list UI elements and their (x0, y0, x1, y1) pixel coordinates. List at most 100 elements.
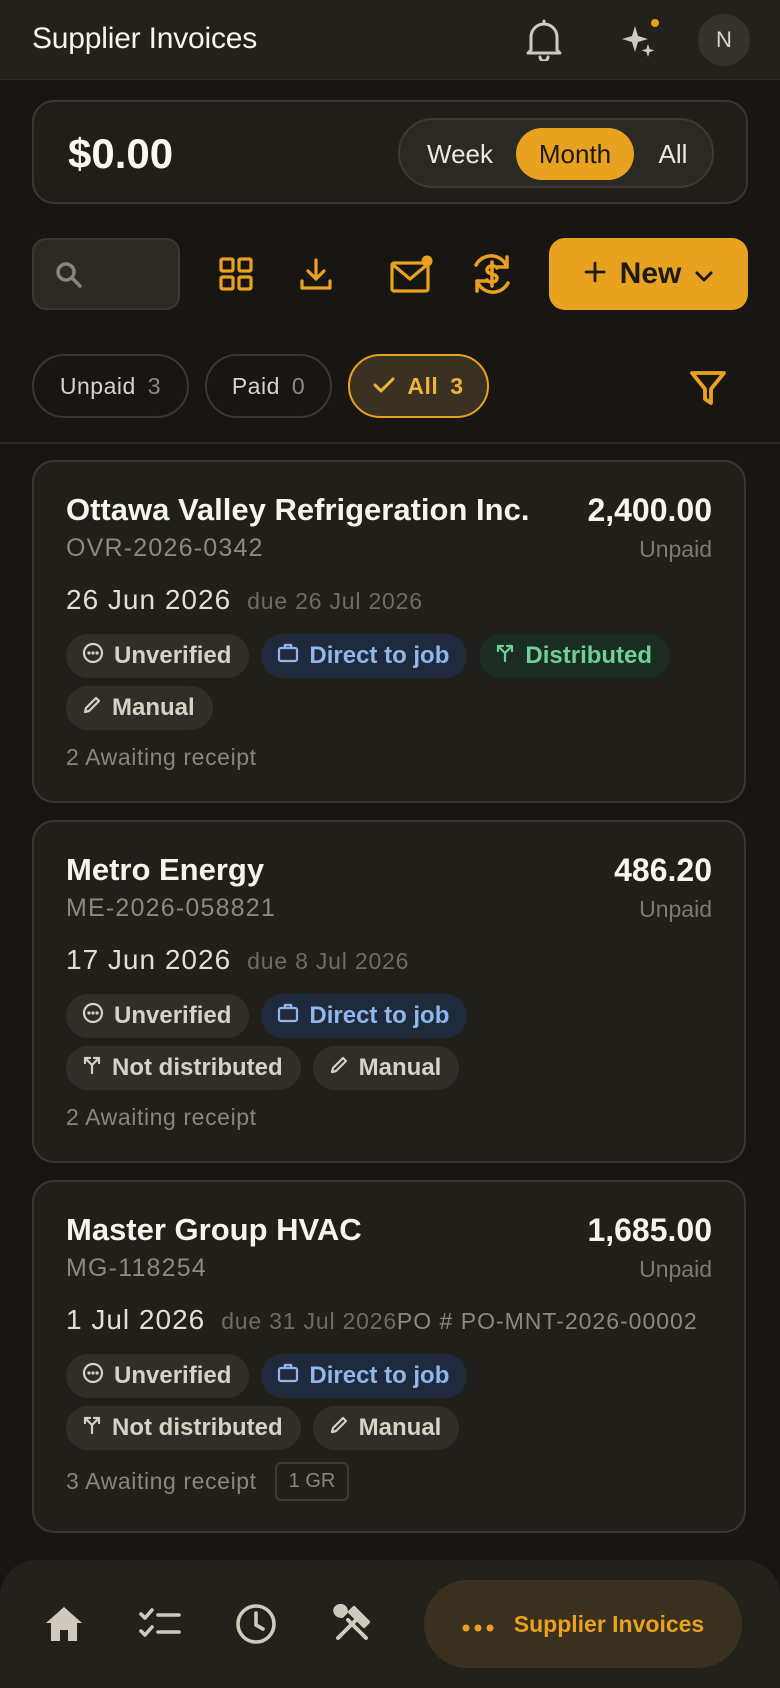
awaiting-receipt: 2 Awaiting receipt (66, 1104, 257, 1130)
new-invoice-button[interactable]: New (549, 238, 748, 310)
tools-icon[interactable] (328, 1600, 376, 1648)
invoice-date: 1 Jul 2026 (66, 1304, 206, 1335)
invoice-card[interactable]: Master Group HVAC MG-118254 1,685.00 Unp… (32, 1180, 746, 1533)
user-avatar[interactable]: N (698, 14, 750, 66)
supplier-name: Ottawa Valley Refrigeration Inc. (66, 492, 530, 527)
filter-chips: Unpaid 3 Paid 0 All 3 (0, 354, 780, 418)
briefcase-icon (277, 1002, 299, 1030)
toolbar: New (0, 236, 780, 312)
tag-label: Manual (358, 1054, 442, 1081)
tag-label: Unverified (114, 1002, 232, 1029)
receipt-row: 2 Awaiting receipt (66, 744, 257, 771)
grid-view-icon[interactable] (210, 248, 262, 300)
download-icon[interactable] (290, 248, 342, 300)
split-arrows-icon (82, 1414, 102, 1442)
plus-icon (584, 257, 606, 291)
invoice-status: Unpaid (639, 536, 712, 562)
tag-list: Unverified Direct to job Not distributed… (66, 994, 486, 1090)
tag-label: Unverified (114, 642, 232, 669)
sparkles-icon[interactable] (618, 18, 662, 62)
dots-circle-icon (82, 642, 104, 671)
filter-chip-unpaid[interactable]: Unpaid 3 (32, 354, 189, 418)
tag-direct-to-job: Direct to job (261, 1354, 468, 1398)
tag-list: Unverified Direct to job Distributed Man… (66, 634, 716, 730)
chip-label: All (407, 372, 439, 399)
filter-icon[interactable] (684, 364, 732, 412)
bell-icon[interactable] (522, 18, 566, 62)
split-arrows-icon (82, 1054, 102, 1082)
receipt-row: 3 Awaiting receipt 1 GR (66, 1462, 350, 1501)
po-number: PO # PO-MNT-2026-00002 (396, 1308, 698, 1334)
nav-item-label: Supplier Invoices (513, 1610, 705, 1637)
tag-label: Unverified (114, 1362, 232, 1389)
period-all[interactable]: All (638, 128, 708, 180)
briefcase-icon (277, 642, 299, 670)
amount-summary-card: $0.00 Week Month All (32, 100, 748, 204)
tag-not-distributed: Not distributed (66, 1046, 301, 1090)
mail-notification-icon[interactable] (386, 248, 438, 300)
goods-receipt-badge: 1 GR (274, 1462, 350, 1501)
section-divider (0, 442, 780, 444)
invoice-amount: 486.20 (614, 852, 712, 888)
checklist-icon[interactable] (136, 1600, 184, 1648)
invoice-card[interactable]: Ottawa Valley Refrigeration Inc. OVR-202… (32, 460, 746, 803)
period-month[interactable]: Month (516, 128, 634, 180)
dots-circle-icon (82, 1002, 104, 1031)
due-date: due 31 Jul 2026 (221, 1308, 397, 1334)
chip-label: Paid (231, 372, 280, 399)
pencil-icon (329, 1054, 349, 1082)
tag-label: Distributed (525, 642, 653, 669)
pencil-icon (329, 1414, 349, 1442)
tag-label: Not distributed (112, 1414, 283, 1441)
currency-sync-icon[interactable] (466, 248, 518, 300)
tag-distributed: Distributed (479, 634, 671, 678)
search-input[interactable] (32, 238, 180, 310)
dots-circle-icon (82, 1362, 104, 1391)
period-week[interactable]: Week (410, 128, 510, 180)
chip-count: 0 (291, 372, 306, 399)
filter-chip-paid[interactable]: Paid 0 (205, 354, 332, 418)
chip-count: 3 (147, 372, 162, 399)
bottom-navigation: Supplier Invoices (0, 1560, 780, 1688)
app-header: Supplier Invoices N (0, 0, 780, 80)
invoice-status: Unpaid (639, 896, 712, 922)
date-line: 17 Jun 2026 due 8 Jul 2026 (66, 944, 409, 976)
page-title: Supplier Invoices (32, 22, 258, 55)
tag-manual: Manual (312, 1406, 460, 1450)
invoice-number: MG-118254 (66, 1254, 207, 1282)
new-button-label: New (619, 257, 682, 290)
tag-direct-to-job: Direct to job (261, 994, 468, 1038)
invoice-date: 17 Jun 2026 (66, 944, 232, 975)
pencil-icon (82, 694, 102, 722)
awaiting-receipt: 2 Awaiting receipt (66, 744, 257, 770)
chip-count: 3 (450, 372, 464, 399)
total-amount: $0.00 (68, 130, 174, 177)
receipt-row: 2 Awaiting receipt (66, 1104, 257, 1131)
date-line: 26 Jun 2026 due 26 Jul 2026 (66, 584, 423, 616)
chevron-down-icon (695, 257, 713, 291)
tag-label: Direct to job (309, 1002, 450, 1029)
filter-chip-all[interactable]: All 3 (348, 354, 489, 418)
tag-direct-to-job: Direct to job (261, 634, 468, 678)
search-icon (54, 260, 84, 295)
tag-label: Manual (112, 694, 195, 721)
nav-item-supplier-invoices[interactable]: Supplier Invoices (424, 1580, 742, 1668)
briefcase-icon (277, 1362, 299, 1390)
split-arrows-icon (495, 642, 515, 670)
tag-unverified: Unverified (66, 994, 250, 1038)
clock-icon[interactable] (232, 1600, 280, 1648)
awaiting-receipt: 3 Awaiting receipt (66, 1468, 257, 1494)
tag-manual: Manual (66, 686, 213, 730)
invoice-card[interactable]: Metro Energy ME-2026-058821 486.20 Unpai… (32, 820, 746, 1163)
tag-unverified: Unverified (66, 634, 250, 678)
tag-label: Direct to job (309, 1362, 450, 1389)
tag-not-distributed: Not distributed (66, 1406, 301, 1450)
tag-manual: Manual (312, 1046, 460, 1090)
invoice-number: ME-2026-058821 (66, 894, 276, 922)
tag-list: Unverified Direct to job Not distributed… (66, 1354, 486, 1450)
due-date: due 8 Jul 2026 (247, 948, 410, 974)
home-icon[interactable] (40, 1600, 88, 1648)
invoice-date: 26 Jun 2026 (66, 584, 232, 615)
invoice-number: OVR-2026-0342 (66, 534, 264, 562)
check-icon (373, 373, 395, 400)
